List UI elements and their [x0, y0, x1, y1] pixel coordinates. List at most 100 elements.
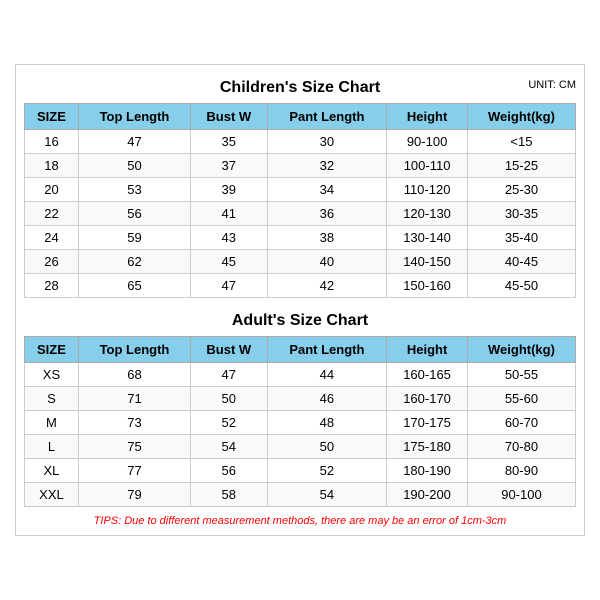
- table-cell: 190-200: [387, 483, 468, 507]
- table-cell: 52: [267, 459, 387, 483]
- table-cell: 71: [78, 387, 190, 411]
- table-cell: 34: [267, 178, 387, 202]
- adult-col-height: Height: [387, 337, 468, 363]
- adult-col-top-length: Top Length: [78, 337, 190, 363]
- adult-title-text: Adult's Size Chart: [232, 312, 368, 329]
- table-cell: 46: [267, 387, 387, 411]
- table-cell: 120-130: [387, 202, 468, 226]
- table-cell: 70-80: [467, 435, 575, 459]
- table-cell: 175-180: [387, 435, 468, 459]
- table-cell: 60-70: [467, 411, 575, 435]
- children-col-weight: Weight(kg): [467, 104, 575, 130]
- table-cell: 50: [267, 435, 387, 459]
- table-cell: 50: [78, 154, 190, 178]
- children-table: SIZE Top Length Bust W Pant Length Heigh…: [24, 103, 576, 298]
- table-cell: 47: [191, 274, 268, 298]
- table-cell: M: [25, 411, 79, 435]
- children-col-top-length: Top Length: [78, 104, 190, 130]
- unit-label: UNIT: CM: [528, 79, 576, 91]
- table-cell: 43: [191, 226, 268, 250]
- adult-col-bust-w: Bust W: [191, 337, 268, 363]
- table-cell: 58: [191, 483, 268, 507]
- table-cell: 24: [25, 226, 79, 250]
- table-cell: 160-165: [387, 363, 468, 387]
- table-row: XS684744160-16550-55: [25, 363, 576, 387]
- table-cell: 73: [78, 411, 190, 435]
- table-cell: 90-100: [467, 483, 575, 507]
- table-cell: 65: [78, 274, 190, 298]
- table-cell: 15-25: [467, 154, 575, 178]
- table-row: L755450175-18070-80: [25, 435, 576, 459]
- table-row: M735248170-17560-70: [25, 411, 576, 435]
- table-cell: XS: [25, 363, 79, 387]
- table-cell: 54: [267, 483, 387, 507]
- adult-chart-title: Adult's Size Chart: [24, 306, 576, 332]
- table-row: 22564136120-13030-35: [25, 202, 576, 226]
- table-row: XL775652180-19080-90: [25, 459, 576, 483]
- children-col-height: Height: [387, 104, 468, 130]
- table-cell: 41: [191, 202, 268, 226]
- children-col-pant-length: Pant Length: [267, 104, 387, 130]
- table-cell: 48: [267, 411, 387, 435]
- table-cell: 32: [267, 154, 387, 178]
- adult-table: SIZE Top Length Bust W Pant Length Heigh…: [24, 336, 576, 507]
- table-cell: 35-40: [467, 226, 575, 250]
- table-cell: 90-100: [387, 130, 468, 154]
- table-cell: 25-30: [467, 178, 575, 202]
- table-cell: 130-140: [387, 226, 468, 250]
- table-cell: 40: [267, 250, 387, 274]
- table-cell: 150-160: [387, 274, 468, 298]
- table-cell: S: [25, 387, 79, 411]
- adult-col-weight: Weight(kg): [467, 337, 575, 363]
- table-cell: 56: [78, 202, 190, 226]
- table-cell: 50: [191, 387, 268, 411]
- table-cell: 79: [78, 483, 190, 507]
- table-cell: 56: [191, 459, 268, 483]
- children-title-text: Children's Size Chart: [220, 79, 380, 96]
- table-cell: 36: [267, 202, 387, 226]
- table-cell: 47: [78, 130, 190, 154]
- table-cell: 55-60: [467, 387, 575, 411]
- table-cell: 52: [191, 411, 268, 435]
- table-cell: 47: [191, 363, 268, 387]
- table-row: 28654742150-16045-50: [25, 274, 576, 298]
- table-cell: 16: [25, 130, 79, 154]
- table-row: 20533934110-12025-30: [25, 178, 576, 202]
- table-cell: 28: [25, 274, 79, 298]
- table-cell: 18: [25, 154, 79, 178]
- table-cell: 170-175: [387, 411, 468, 435]
- table-cell: 38: [267, 226, 387, 250]
- table-cell: 53: [78, 178, 190, 202]
- children-col-bust-w: Bust W: [191, 104, 268, 130]
- table-row: XXL795854190-20090-100: [25, 483, 576, 507]
- table-cell: 100-110: [387, 154, 468, 178]
- table-cell: 40-45: [467, 250, 575, 274]
- table-cell: 54: [191, 435, 268, 459]
- table-row: 1647353090-100<15: [25, 130, 576, 154]
- table-cell: 22: [25, 202, 79, 226]
- table-cell: 42: [267, 274, 387, 298]
- children-col-size: SIZE: [25, 104, 79, 130]
- table-row: 18503732100-11015-25: [25, 154, 576, 178]
- children-chart-title: Children's Size Chart UNIT: CM: [24, 73, 576, 99]
- table-cell: 140-150: [387, 250, 468, 274]
- table-cell: 75: [78, 435, 190, 459]
- table-cell: 26: [25, 250, 79, 274]
- table-cell: 39: [191, 178, 268, 202]
- table-cell: 110-120: [387, 178, 468, 202]
- table-cell: 30-35: [467, 202, 575, 226]
- children-header-row: SIZE Top Length Bust W Pant Length Heigh…: [25, 104, 576, 130]
- size-chart-container: Children's Size Chart UNIT: CM SIZE Top …: [15, 64, 585, 536]
- table-cell: <15: [467, 130, 575, 154]
- adult-header-row: SIZE Top Length Bust W Pant Length Heigh…: [25, 337, 576, 363]
- table-cell: 45: [191, 250, 268, 274]
- table-cell: 160-170: [387, 387, 468, 411]
- table-row: 24594338130-14035-40: [25, 226, 576, 250]
- table-cell: 30: [267, 130, 387, 154]
- table-cell: 37: [191, 154, 268, 178]
- adult-col-size: SIZE: [25, 337, 79, 363]
- table-cell: 44: [267, 363, 387, 387]
- table-cell: 68: [78, 363, 190, 387]
- table-cell: 62: [78, 250, 190, 274]
- table-cell: 35: [191, 130, 268, 154]
